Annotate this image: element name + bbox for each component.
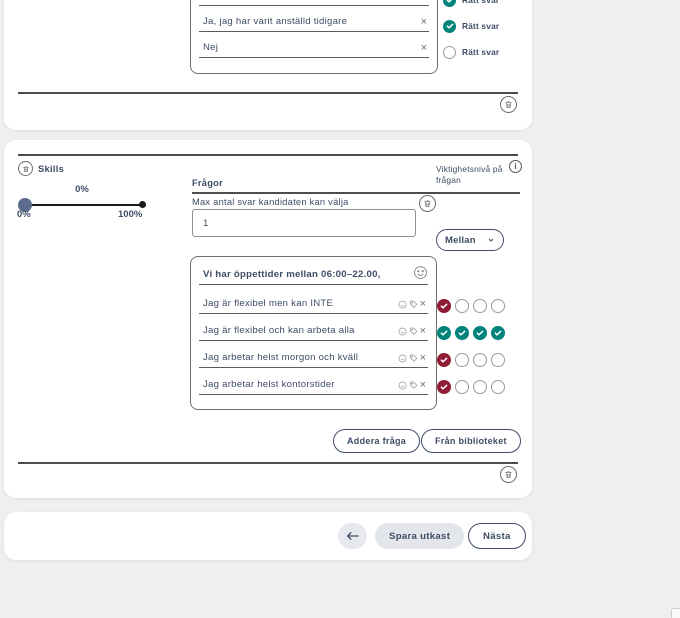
importance-circle-checked[interactable] xyxy=(437,380,451,394)
correct-answer-radio[interactable] xyxy=(443,0,456,7)
skill-name-label: Skills xyxy=(38,164,64,174)
question-group-box: Vi har öppettider mellan 06:00–22.00, Ja… xyxy=(190,256,437,410)
importance-rating-row xyxy=(437,326,505,340)
importance-circle-checked[interactable] xyxy=(473,326,487,340)
emoji-icon[interactable] xyxy=(398,327,407,336)
correct-answer-label: Rätt svar xyxy=(462,0,499,5)
importance-rating-row xyxy=(437,353,505,367)
info-icon[interactable]: i xyxy=(509,160,522,173)
max-answers-value: 1 xyxy=(203,218,208,229)
questions-header: Frågor xyxy=(192,178,223,188)
remove-answer-icon[interactable]: × xyxy=(421,18,429,27)
add-question-button[interactable]: Addera fråga xyxy=(333,429,420,453)
answer-input[interactable]: Ja, jag har varit anställd tidigare × xyxy=(199,8,429,32)
slider-min-label: 0% xyxy=(17,209,31,220)
answer-text: Jag är flexibel men kan INTE xyxy=(199,298,333,309)
back-button[interactable] xyxy=(338,523,367,549)
answer-input-partial[interactable] xyxy=(199,0,429,6)
tag-icon[interactable] xyxy=(409,381,418,390)
answer-text: Ja, jag har varit anställd tidigare xyxy=(199,16,347,27)
importance-circle-empty[interactable] xyxy=(491,353,505,367)
answer-text: Nej xyxy=(199,42,218,53)
remove-answer-icon[interactable]: × xyxy=(420,327,428,336)
skills-card: Skills 0% 0% 100% Frågor Viktighetsnivå … xyxy=(4,140,532,498)
answer-text: Jag arbetar helst morgon och kväll xyxy=(199,352,358,363)
answer-input[interactable]: Jag är flexibel men kan INTE × xyxy=(199,290,428,314)
correct-answer-option[interactable]: Rätt svar xyxy=(443,19,499,33)
importance-level-value: Mellan xyxy=(445,235,476,246)
importance-circle-checked[interactable] xyxy=(437,353,451,367)
correct-answer-option[interactable]: Rätt svar xyxy=(443,0,499,7)
importance-circle-empty[interactable] xyxy=(491,380,505,394)
importance-circle-empty[interactable] xyxy=(473,353,487,367)
delete-max-answers-icon[interactable] xyxy=(419,195,436,212)
section-divider xyxy=(18,154,518,156)
max-answers-label: Max antal svar kandidaten kan välja xyxy=(192,197,349,207)
importance-circle-empty[interactable] xyxy=(473,299,487,313)
question-text: Vi har öppettider mellan 06:00–22.00, xyxy=(199,269,381,280)
remove-answer-icon[interactable]: × xyxy=(420,354,428,363)
emoji-icon[interactable] xyxy=(398,381,407,390)
emoji-icon[interactable] xyxy=(398,354,407,363)
question-input[interactable]: Vi har öppettider mellan 06:00–22.00, xyxy=(199,261,428,285)
corner-widget[interactable] xyxy=(671,608,680,618)
tag-icon[interactable] xyxy=(409,354,418,363)
emoji-icon[interactable] xyxy=(398,300,407,309)
section-divider xyxy=(18,462,518,464)
importance-circle-empty[interactable] xyxy=(491,299,505,313)
tag-icon[interactable] xyxy=(409,300,418,309)
remove-answer-icon[interactable]: × xyxy=(420,300,428,309)
slider-max-label: 100% xyxy=(118,209,142,220)
header-divider xyxy=(192,192,520,194)
section-divider xyxy=(18,92,518,94)
arrow-left-icon xyxy=(346,531,359,541)
remove-answer-icon[interactable]: × xyxy=(420,381,428,390)
importance-circle-checked[interactable] xyxy=(437,326,451,340)
max-answers-input[interactable]: 1 xyxy=(192,209,416,237)
tag-icon[interactable] xyxy=(409,327,418,336)
correct-answer-label: Rätt svar xyxy=(462,21,499,31)
answer-text: Jag arbetar helst kontorstider xyxy=(199,379,335,390)
importance-circle-checked[interactable] xyxy=(491,326,505,340)
delete-skill-icon[interactable] xyxy=(18,161,33,176)
answer-input[interactable]: Jag är flexibel och kan arbeta alla × xyxy=(199,317,428,341)
skill-chip: Skills xyxy=(18,161,64,176)
previous-question-card: Ja, jag har varit anställd tidigare × Ne… xyxy=(4,0,532,130)
importance-circle-checked[interactable] xyxy=(455,326,469,340)
delete-skill-section-icon[interactable] xyxy=(500,466,517,483)
slider-current-value: 0% xyxy=(62,184,102,195)
importance-rating-row xyxy=(437,299,505,313)
page: Ja, jag har varit anställd tidigare × Ne… xyxy=(0,0,680,618)
answer-text: Jag är flexibel och kan arbeta alla xyxy=(199,325,355,336)
correct-answer-option[interactable]: Rätt svar xyxy=(443,45,499,59)
answer-input[interactable]: Jag arbetar helst kontorstider × xyxy=(199,371,428,395)
importance-circle-empty[interactable] xyxy=(455,299,469,313)
correct-answer-radio[interactable] xyxy=(443,20,456,33)
answers-group-box: Ja, jag har varit anställd tidigare × Ne… xyxy=(190,0,438,74)
from-library-button[interactable]: Från biblioteket xyxy=(421,429,521,453)
slider-end-dot xyxy=(139,201,146,208)
importance-circle-empty[interactable] xyxy=(473,380,487,394)
importance-header: Viktighetsnivå på frågan xyxy=(436,164,520,186)
save-draft-button[interactable]: Spara utkast xyxy=(375,523,464,549)
correct-answer-label: Rätt svar xyxy=(462,47,499,57)
next-button[interactable]: Nästa xyxy=(468,523,526,549)
importance-rating-row xyxy=(437,380,505,394)
footer-action-bar: Spara utkast Nästa xyxy=(4,512,532,560)
importance-level-select[interactable]: Mellan xyxy=(436,229,504,251)
correct-answer-radio[interactable] xyxy=(443,46,456,59)
answer-input[interactable]: Jag arbetar helst morgon och kväll × xyxy=(199,344,428,368)
importance-circle-empty[interactable] xyxy=(455,380,469,394)
delete-question-block-icon[interactable] xyxy=(500,96,517,113)
remove-answer-icon[interactable]: × xyxy=(421,44,429,53)
importance-circle-checked[interactable] xyxy=(437,299,451,313)
chevron-down-icon xyxy=(487,236,495,244)
skill-weight-slider-track[interactable] xyxy=(22,204,146,206)
answer-input[interactable]: Nej × xyxy=(199,34,429,58)
importance-circle-empty[interactable] xyxy=(455,353,469,367)
emoji-icon[interactable] xyxy=(413,265,428,280)
